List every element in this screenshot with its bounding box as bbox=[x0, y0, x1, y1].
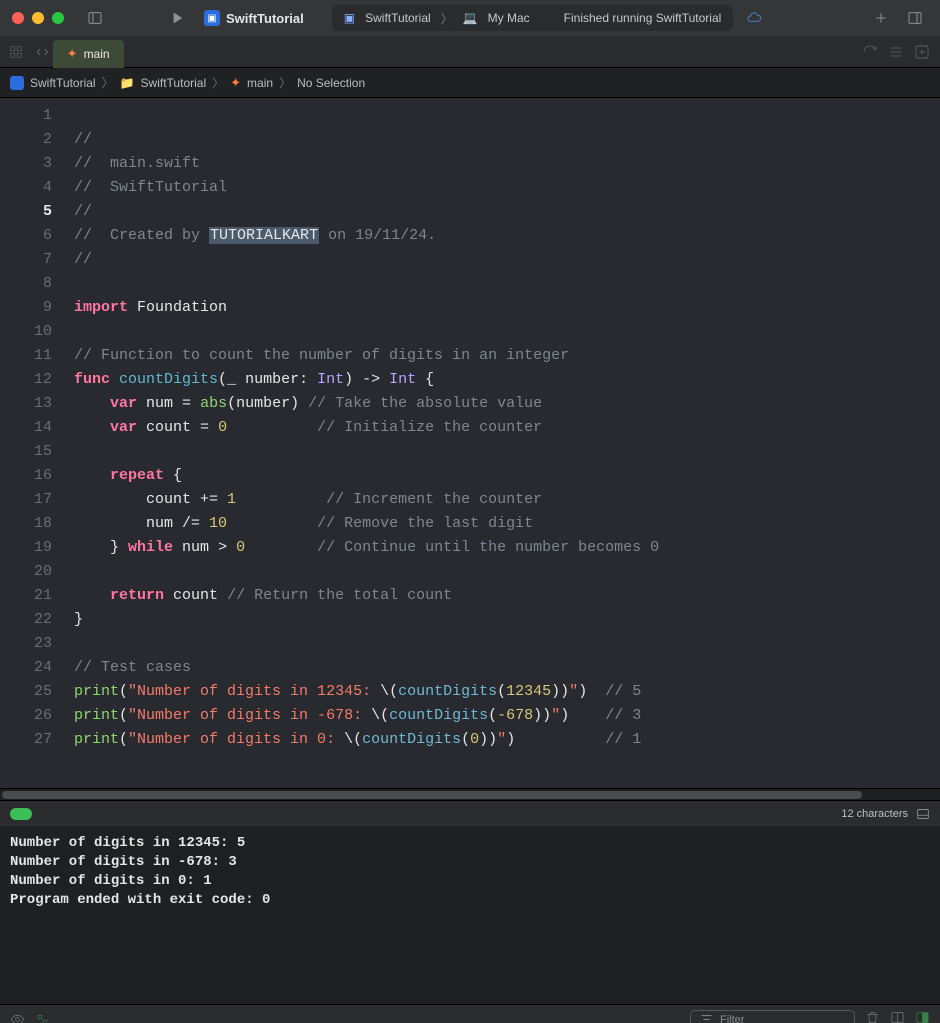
selected-text[interactable]: TUTORIALKART bbox=[209, 227, 319, 244]
activity-status[interactable]: ▣ SwiftTutorial 〉 💻 My Mac Finished runn… bbox=[332, 5, 734, 31]
toggle-console-view[interactable] bbox=[915, 1010, 930, 1023]
back-button[interactable]: ‹ bbox=[36, 43, 41, 61]
tab-bar: ‹ › ✦ main bbox=[0, 36, 940, 68]
scheme-selector[interactable]: ▣ SwiftTutorial bbox=[204, 10, 304, 26]
horizontal-scrollbar[interactable] bbox=[0, 788, 940, 800]
trash-button[interactable] bbox=[865, 1010, 880, 1023]
status-text: Finished running SwiftTutorial bbox=[564, 11, 722, 25]
related-items-button[interactable] bbox=[0, 45, 32, 59]
console-output[interactable]: Number of digits in 12345: 5 Number of d… bbox=[0, 826, 940, 1004]
toggle-preview-icon[interactable] bbox=[916, 807, 930, 821]
code-area[interactable]: // // main.swift // SwiftTutorial // // … bbox=[62, 98, 940, 788]
status-device: My Mac bbox=[488, 11, 530, 25]
console-filter-field[interactable]: Filter bbox=[690, 1010, 855, 1023]
app-icon: ▣ bbox=[204, 10, 220, 26]
scrollbar-thumb[interactable] bbox=[2, 791, 862, 799]
debug-bar: 12 characters bbox=[0, 800, 940, 826]
close-window-button[interactable] bbox=[12, 12, 24, 24]
folder-icon: 📁 bbox=[120, 76, 135, 90]
crumb-project[interactable]: SwiftTutorial bbox=[30, 76, 96, 90]
project-icon bbox=[10, 76, 24, 90]
debug-toolbar: Filter bbox=[0, 1004, 940, 1023]
status-scheme: SwiftTutorial bbox=[365, 11, 431, 25]
toggle-variables-view[interactable] bbox=[890, 1010, 905, 1023]
refresh-icon[interactable] bbox=[862, 44, 878, 60]
scheme-name: SwiftTutorial bbox=[226, 11, 304, 26]
jump-bar[interactable]: SwiftTutorial 〉 📁 SwiftTutorial 〉 ✦ main… bbox=[0, 68, 940, 98]
window-controls bbox=[12, 12, 64, 24]
minimize-window-button[interactable] bbox=[32, 12, 44, 24]
forward-button[interactable]: › bbox=[43, 43, 48, 61]
toggle-navigator-button[interactable] bbox=[82, 7, 108, 29]
line-gutter[interactable]: 1234567891011121314151617181920212223242… bbox=[0, 98, 62, 788]
history-nav: ‹ › bbox=[36, 43, 49, 61]
filter-placeholder: Filter bbox=[720, 1014, 744, 1023]
swift-file-icon: ✦ bbox=[230, 75, 241, 91]
tab-filename: main bbox=[84, 47, 110, 61]
crumb-folder[interactable]: SwiftTutorial bbox=[141, 76, 207, 90]
crumb-file[interactable]: main bbox=[247, 76, 273, 90]
zoom-window-button[interactable] bbox=[52, 12, 64, 24]
swift-file-icon: ✦ bbox=[67, 46, 78, 62]
add-tab-button[interactable] bbox=[868, 7, 894, 29]
filter-menu-icon[interactable] bbox=[699, 1012, 714, 1023]
library-button[interactable] bbox=[902, 7, 928, 29]
titlebar: ▣ SwiftTutorial ▣ SwiftTutorial 〉 💻 My M… bbox=[0, 0, 940, 36]
cloud-status-icon[interactable] bbox=[741, 7, 767, 29]
source-editor[interactable]: 1234567891011121314151617181920212223242… bbox=[0, 98, 940, 788]
add-editor-icon[interactable] bbox=[914, 44, 930, 60]
editor-tab-main[interactable]: ✦ main bbox=[53, 40, 124, 68]
debug-indicator-icon[interactable] bbox=[35, 1012, 50, 1023]
run-button[interactable] bbox=[164, 7, 190, 29]
crumb-selection[interactable]: No Selection bbox=[297, 76, 365, 90]
eye-icon[interactable] bbox=[10, 1012, 25, 1023]
breakpoint-toggle[interactable] bbox=[10, 808, 32, 820]
selection-info: 12 characters bbox=[841, 808, 908, 820]
adjust-editor-icon[interactable] bbox=[888, 44, 904, 60]
